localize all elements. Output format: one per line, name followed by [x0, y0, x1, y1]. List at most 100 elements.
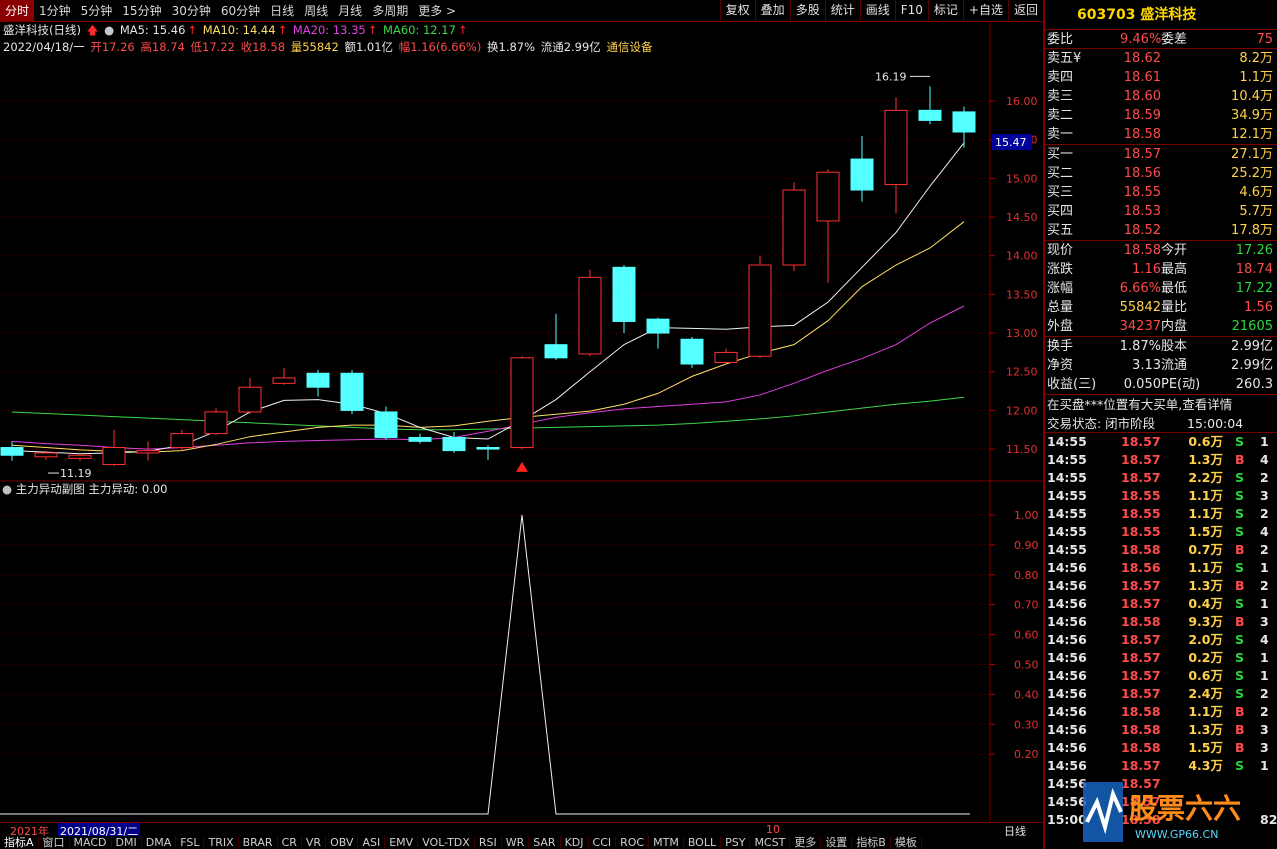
toolbar-button-5[interactable]: F10 — [894, 0, 928, 21]
tick-time: 14:55 — [1047, 542, 1087, 557]
indicator-tab-27[interactable]: 模板 — [891, 836, 922, 849]
period-tab-7[interactable]: 周线 — [299, 0, 333, 21]
indicator-tab-19[interactable]: ROC — [616, 836, 650, 849]
indicator-tab-20[interactable]: MTM — [649, 836, 684, 849]
period-tab-5[interactable]: 60分钟 — [216, 0, 265, 21]
wb-label: 委比 — [1047, 32, 1074, 47]
tick-time: 14:56 — [1047, 560, 1087, 575]
toolbar-button-8[interactable]: 返回 — [1007, 0, 1043, 21]
sells-price: 18.60 — [1123, 89, 1161, 104]
indicator-tab-14[interactable]: RSI — [475, 836, 502, 849]
tick-count: 3 — [1260, 488, 1269, 503]
sells-row[interactable]: 卖三 18.60 10.4万 — [1045, 87, 1277, 106]
indicator-tab-18[interactable]: CCI — [589, 836, 617, 849]
indicator-tab-21[interactable]: BOLL — [684, 836, 722, 849]
sells-row[interactable]: 卖一 18.58 12.1万 — [1045, 125, 1277, 144]
candle-body — [170, 433, 194, 449]
buys-row[interactable]: 买五 18.52 17.8万 — [1045, 221, 1277, 240]
buys-row[interactable]: 买一 18.57 27.1万 — [1045, 145, 1277, 164]
indicator-tab-24[interactable]: 更多 — [790, 836, 822, 849]
indicator-tab-8[interactable]: CR — [278, 836, 302, 849]
tick-price: 18.58 — [1121, 542, 1161, 557]
indicator-tab-5[interactable]: FSL — [176, 836, 205, 849]
sells-volume: 10.4万 — [1231, 89, 1273, 104]
buys-row[interactable]: 买四 18.53 5.7万 — [1045, 202, 1277, 221]
finance-value-b: 260.3 — [1235, 377, 1273, 392]
big-order-notice[interactable]: 在买盘***位置有大买单,查看详情 — [1047, 395, 1232, 414]
stats-row: 现价 18.58 今开 17.26 — [1045, 241, 1277, 260]
ma60-up-icon: ↑ — [457, 23, 468, 37]
period-tab-10[interactable]: 更多 > — [413, 0, 461, 21]
indicator-tab-10[interactable]: OBV — [326, 836, 359, 849]
tick-list[interactable]: 14:55 18.57 0.6万 S 1 14:55 18.57 1.3万 B 4 14:55 18.… — [1045, 433, 1277, 829]
period-tab-3[interactable]: 15分钟 — [117, 0, 166, 21]
period-tab-4[interactable]: 30分钟 — [167, 0, 216, 21]
period-tab-2[interactable]: 5分钟 — [76, 0, 118, 21]
tick-time: 14:55 — [1047, 470, 1087, 485]
tick-count: 1 — [1260, 560, 1269, 575]
period-tab-9[interactable]: 多周期 — [367, 0, 413, 21]
toolbar-button-6[interactable]: 标记 — [927, 0, 963, 21]
quote-header: 603703 盛洋科技 — [1045, 0, 1277, 30]
indicator-tab-23[interactable]: MCST — [750, 836, 791, 849]
indicator-tab-4[interactable]: DMA — [142, 836, 177, 849]
sector-link[interactable]: 通信设备 — [606, 40, 652, 54]
tick-row: 14:55 18.55 1.1万 S 3 — [1045, 487, 1277, 505]
candle-body — [374, 411, 398, 438]
sells-price: 18.58 — [1123, 127, 1161, 142]
indicator-tab-22[interactable]: PSY — [721, 836, 751, 849]
ma20-line — [11, 305, 965, 450]
tick-volume: 2.0万 — [1188, 632, 1223, 647]
kline-chart[interactable]: 16.0015.5015.0014.5014.0013.5013.0012.50… — [0, 22, 1043, 822]
buys-row[interactable]: 买二 18.56 25.2万 — [1045, 164, 1277, 183]
indicator-tab-25[interactable]: 设置 — [821, 836, 853, 849]
tick-price: 18.58 — [1121, 704, 1161, 719]
finance-value-a: 1.87% — [1119, 339, 1161, 354]
trade-status: 交易状态: 闭市阶段 — [1047, 416, 1156, 431]
sells-row[interactable]: 卖五¥ 18.62 8.2万 — [1045, 49, 1277, 68]
sub-chart-name[interactable]: 主力异动副图 — [16, 482, 85, 496]
stock-title[interactable]: 盛洋科技(日线) — [3, 23, 81, 37]
indicator-tab-17[interactable]: KDJ — [561, 836, 589, 849]
chart-canvas[interactable]: 16.0015.5015.0014.5014.0013.5013.0012.50… — [0, 22, 1043, 822]
settings-circle-icon[interactable]: ● — [104, 23, 114, 37]
period-tab-0[interactable]: 分时 — [0, 0, 35, 21]
indicator-tab-0[interactable]: 指标A — [0, 836, 39, 849]
indicator-tab-6[interactable]: TRIX — [204, 836, 239, 849]
indicator-tab-13[interactable]: VOL-TDX — [418, 836, 475, 849]
period-tab-1[interactable]: 1分钟 — [34, 0, 76, 21]
indicator-tab-1[interactable]: 窗口 — [39, 836, 70, 849]
indicator-tab-26[interactable]: 指标B — [852, 836, 891, 849]
sells-row[interactable]: 卖二 18.59 34.9万 — [1045, 106, 1277, 125]
ma20-up-icon: ↑ — [367, 23, 378, 37]
toolbar-button-2[interactable]: 多股 — [789, 0, 825, 21]
indicator-tab-7[interactable]: BRAR — [239, 836, 278, 849]
stats-value-a: 6.66% — [1119, 281, 1161, 296]
ma10-up-icon: ↑ — [277, 23, 288, 37]
indicator-tab-15[interactable]: WR — [502, 836, 530, 849]
candle-body — [578, 276, 602, 355]
sells-row[interactable]: 卖四 18.61 1.1万 — [1045, 68, 1277, 87]
period-tab-6[interactable]: 日线 — [265, 0, 299, 21]
finance-label-b: 股本 — [1161, 339, 1188, 354]
toolbar-button-0[interactable]: 复权 — [719, 0, 755, 21]
indicator-tab-16[interactable]: SAR — [529, 836, 561, 849]
toolbar-button-1[interactable]: 叠加 — [754, 0, 790, 21]
indicator-tab-11[interactable]: ASI — [358, 836, 386, 849]
buys-row[interactable]: 买三 18.55 4.6万 — [1045, 183, 1277, 202]
period-tab-8[interactable]: 月线 — [333, 0, 367, 21]
sub-settings-icon[interactable]: ● — [2, 482, 12, 496]
toolbar-button-4[interactable]: 画线 — [859, 0, 895, 21]
toolbar-button-7[interactable]: +自选 — [962, 0, 1008, 21]
indicator-tab-12[interactable]: EMV — [385, 836, 419, 849]
indicator-tab-3[interactable]: DMI — [112, 836, 142, 849]
candle-body — [850, 158, 874, 191]
toolbar-button-3[interactable]: 统计 — [824, 0, 860, 21]
indicator-tab-9[interactable]: VR — [302, 836, 327, 849]
finance-row: 换手 1.87% 股本 2.99亿 — [1045, 337, 1277, 356]
tick-count: 3 — [1260, 740, 1269, 755]
indicator-tab-2[interactable]: MACD — [70, 836, 112, 849]
bar-volume: 量55842 — [290, 40, 339, 54]
notice-row[interactable]: 在买盘***位置有大买单,查看详情 — [1045, 395, 1277, 414]
finance-value-a: 0.050 — [1123, 377, 1161, 392]
